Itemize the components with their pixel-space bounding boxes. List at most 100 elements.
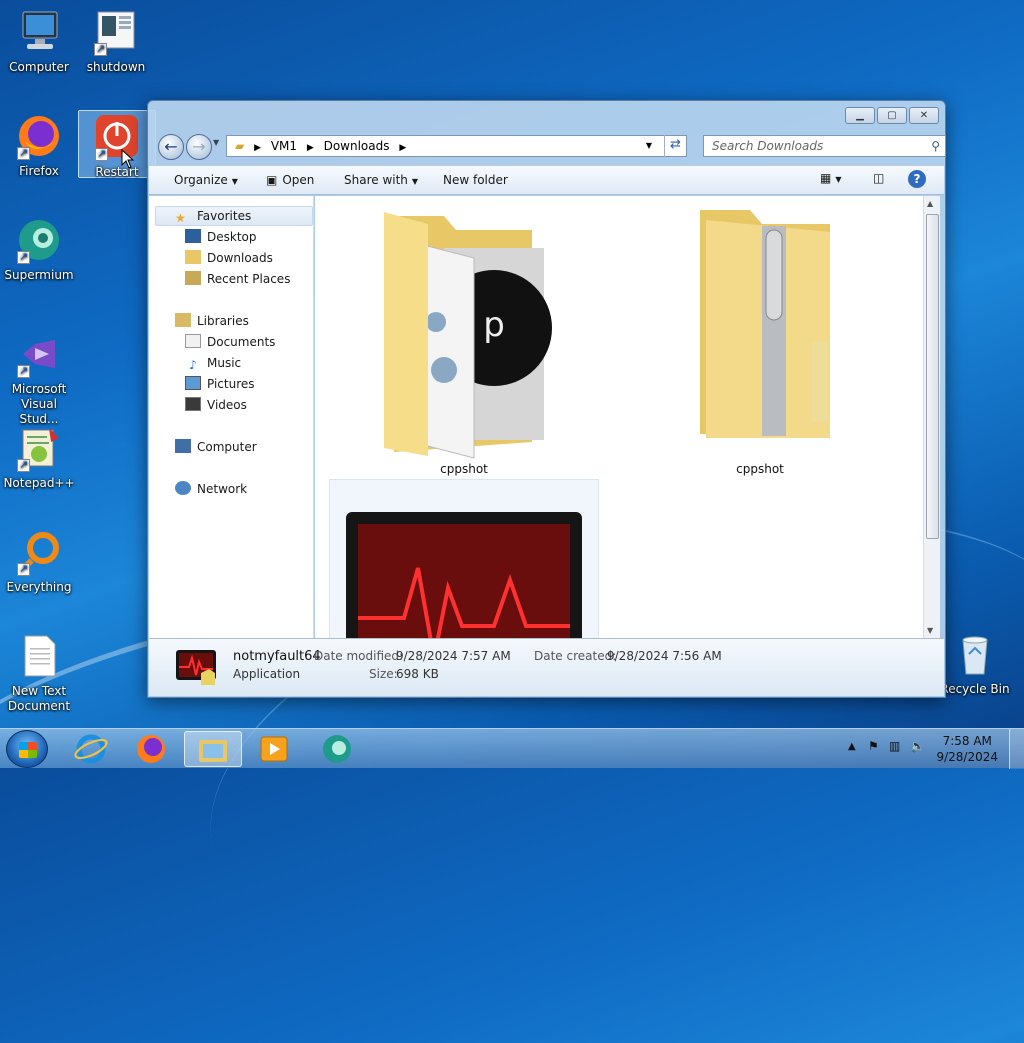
desktop-icon-visual-studio[interactable]: Microsoft Visual Stud... [0, 330, 78, 427]
folder-icon: p [384, 212, 552, 459]
address-dropdown-icon[interactable]: ▼ [646, 136, 652, 156]
search-input[interactable]: Search Downloads ⚲ [703, 135, 946, 157]
nav-videos-label: Videos [207, 398, 247, 412]
desktop-icon-firefox[interactable]: Firefox [0, 112, 78, 179]
nav-network[interactable]: Network [175, 479, 247, 499]
desktop-icon-shutdown[interactable]: shutdown [77, 8, 155, 75]
help-icon: ? [913, 172, 921, 186]
desktop-icon-restart[interactable]: Restart [78, 110, 156, 179]
supermium-icon [15, 216, 63, 264]
file-item-zip[interactable]: cppshot [625, 202, 895, 476]
share-with-label: Share with [344, 173, 408, 187]
notmyfault-app-icon [346, 512, 582, 638]
notepadpp-icon [15, 424, 63, 472]
scroll-thumb[interactable] [926, 214, 939, 539]
back-button[interactable]: ← [158, 134, 184, 160]
size-value: 698 KB [396, 667, 439, 681]
shortcut-arrow-icon [17, 457, 30, 472]
close-button[interactable]: ✕ [909, 107, 939, 124]
taskbar-firefox[interactable] [122, 731, 180, 767]
folder-icon: ▰ [235, 139, 245, 153]
network-tray-icon[interactable]: ▥ [889, 739, 900, 753]
recent-pages-dropdown-icon[interactable]: ▼ [213, 138, 219, 147]
maximize-button[interactable]: ▢ [877, 107, 907, 124]
volume-muted-icon[interactable]: 🔈 [910, 739, 925, 753]
change-view-button[interactable]: ▦ ▼ [820, 171, 842, 185]
nav-desktop[interactable]: Desktop [185, 227, 257, 247]
date-modified-label: Date modified: [314, 649, 404, 663]
nav-documents[interactable]: Documents [185, 332, 275, 352]
computer-icon [175, 439, 191, 453]
file-item-folder[interactable]: p cppshot [329, 202, 599, 476]
nav-music[interactable]: ♪ Music [185, 353, 241, 373]
nav-favorites[interactable]: ★ Favorites [175, 206, 251, 226]
media-player-icon [260, 736, 288, 762]
nav-recent-places[interactable]: Recent Places [185, 269, 290, 289]
start-button[interactable] [6, 730, 48, 768]
desktop-icon-label: Restart [95, 165, 139, 179]
clock-time: 7:58 AM [942, 734, 992, 748]
share-with-button[interactable]: Share with ▼ [344, 173, 418, 187]
shortcut-arrow-icon [17, 249, 30, 264]
desktop-icon-computer[interactable]: Computer [0, 8, 78, 75]
new-folder-button[interactable]: New folder [443, 173, 508, 187]
taskbar-media-player[interactable] [244, 731, 302, 767]
file-item-application[interactable]: notmyfault64 [329, 479, 599, 638]
shortcut-arrow-icon [17, 561, 30, 576]
music-icon: ♪ [189, 358, 197, 372]
desktop-icon-everything[interactable]: Everything [0, 528, 78, 595]
desktop-icon-new-text-document[interactable]: New Text Document [0, 632, 78, 714]
nav-libraries[interactable]: Libraries [175, 311, 249, 331]
taskbar-supermium[interactable] [308, 731, 366, 767]
desktop-icon-notepadpp[interactable]: Notepad++ [0, 424, 78, 491]
nav-pictures[interactable]: Pictures [185, 374, 255, 394]
downloads-folder-icon [185, 250, 201, 264]
details-file-name: notmyfault64 [233, 649, 321, 664]
title-bar[interactable]: ▁ ▢ ✕ [148, 101, 945, 129]
taskbar-windows-explorer[interactable] [184, 731, 242, 767]
help-button[interactable]: ? [908, 170, 926, 188]
nav-videos[interactable]: Videos [185, 395, 247, 415]
scroll-down-icon[interactable]: ▼ [927, 626, 933, 635]
open-button[interactable]: ▣ Open [266, 173, 314, 187]
nav-libraries-label: Libraries [197, 314, 249, 328]
dropdown-icon: ▼ [835, 175, 842, 184]
desktop-icon-recycle-bin[interactable]: Recycle Bin [936, 630, 1014, 697]
organize-label: Organize [174, 173, 228, 187]
forward-button[interactable]: → [186, 134, 212, 160]
date-modified-value: 9/28/2024 7:57 AM [396, 649, 511, 663]
nav-downloads[interactable]: Downloads [185, 248, 273, 268]
taskbar-internet-explorer[interactable] [62, 731, 120, 767]
nav-computer[interactable]: Computer [175, 437, 257, 457]
nav-computer-label: Computer [197, 440, 257, 454]
computer-icon [15, 8, 63, 56]
minimize-button[interactable]: ▁ [845, 107, 875, 124]
action-center-flag-icon[interactable]: ⚑ [868, 739, 879, 753]
shortcut-arrow-icon [17, 363, 30, 378]
folder-icon [199, 740, 227, 762]
show-hidden-icons-button[interactable]: ▲ [848, 741, 856, 752]
desktop-icon-label: Notepad++ [3, 476, 75, 490]
details-file-type: Application [233, 667, 301, 681]
preview-pane-button[interactable]: ◫ [873, 171, 884, 185]
clock[interactable]: 7:58 AM 9/28/2024 [936, 733, 998, 765]
address-bar[interactable]: ▰ ▶ VM1 ▶ Downloads ▶ ▼ [226, 135, 687, 157]
search-icon[interactable]: ⚲ [931, 136, 940, 156]
breadcrumb-vm1[interactable]: VM1 [271, 139, 297, 153]
dropdown-icon: ▼ [231, 177, 238, 186]
shortcut-arrow-icon [94, 41, 107, 56]
date-created-label: Date created: [534, 649, 617, 663]
supermium-icon [323, 735, 351, 763]
show-desktop-button[interactable] [1009, 729, 1024, 769]
breadcrumb-downloads[interactable]: Downloads [324, 139, 390, 153]
organize-button[interactable]: Organize ▼ [174, 173, 238, 187]
pictures-icon [185, 376, 201, 390]
desktop-icon-supermium[interactable]: Supermium [0, 216, 78, 283]
explorer-window[interactable]: ▁ ▢ ✕ ← → ▼ ▰ ▶ VM1 ▶ Downloads ▶ ▼ ⇄ Se… [147, 100, 946, 698]
address-row: ← → ▼ ▰ ▶ VM1 ▶ Downloads ▶ ▼ ⇄ Search D… [156, 132, 946, 160]
refresh-button[interactable]: ⇄ [664, 135, 686, 157]
file-list[interactable]: p cppshot cppshot [315, 196, 923, 638]
vertical-scrollbar[interactable]: ▲ ▼ [923, 196, 940, 638]
scroll-up-icon[interactable]: ▲ [927, 199, 933, 208]
desktop-icon-label: Computer [9, 60, 69, 74]
